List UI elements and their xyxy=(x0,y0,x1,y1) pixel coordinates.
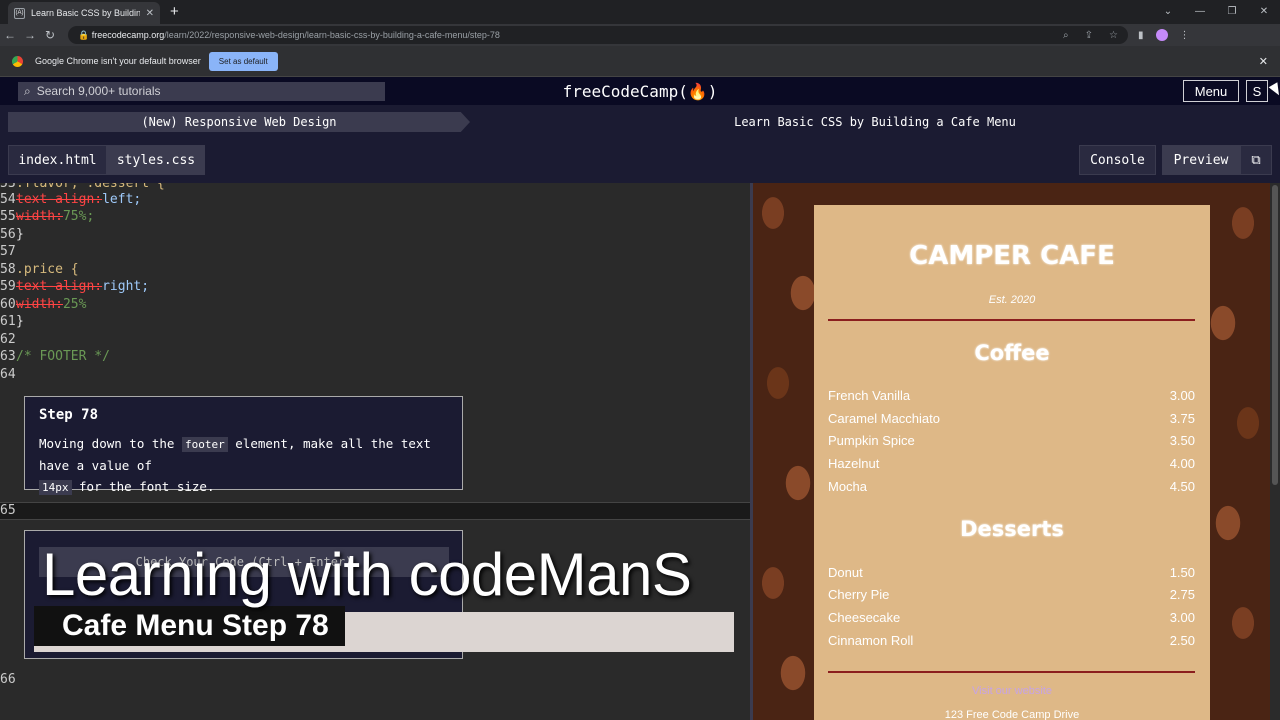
code-line: 59 text-align: right; xyxy=(0,279,150,295)
search-placeholder: Search 9,000+ tutorials xyxy=(36,84,161,98)
code-line: 55 width: 75%; xyxy=(0,209,95,225)
window-controls: ⌄ — ❐ ✕ xyxy=(1152,0,1280,22)
code-line: 56} xyxy=(0,227,24,243)
list-item: Cinnamon Roll 2.50 xyxy=(828,633,1195,648)
preview-pane: CAMPER CAFE Est. 2020 Coffee French Vani… xyxy=(753,183,1270,720)
list-item: Donut 1.50 xyxy=(828,565,1195,580)
coffee-heading: Coffee xyxy=(974,341,1050,365)
code-line: 61} xyxy=(0,314,24,330)
code-line: 66 xyxy=(0,672,16,688)
new-tab-icon[interactable]: + xyxy=(170,3,179,20)
browser-tab-bar: (A) Learn Basic CSS by Building a Ca ✕ +… xyxy=(0,0,1280,24)
fcc-favicon-icon: (A) xyxy=(14,7,25,19)
bookmark-star-icon[interactable]: ☆ xyxy=(1109,30,1118,41)
chrome-logo-icon xyxy=(12,55,23,67)
close-infobar-icon[interactable]: ✕ xyxy=(1259,55,1268,68)
desserts-heading: Desserts xyxy=(960,517,1064,541)
step-title: Step 78 xyxy=(39,407,99,423)
code-line: 62 xyxy=(0,332,16,348)
overlay-title: Learning with codeManS xyxy=(42,541,692,608)
list-item: French Vanilla 3.00 xyxy=(828,388,1195,403)
user-s-button[interactable]: S xyxy=(1246,80,1268,102)
active-code-line[interactable] xyxy=(0,502,750,520)
close-window-icon[interactable]: ✕ xyxy=(1248,6,1280,17)
minimize-icon[interactable]: — xyxy=(1184,6,1216,17)
list-item: Cheesecake 3.00 xyxy=(828,610,1195,625)
address-bar-row: ← → ↻ 🔒 freecodecamp.org /learn/2022/res… xyxy=(0,24,1280,46)
cafe-title: CAMPER CAFE xyxy=(909,241,1115,271)
tab-index-html[interactable]: index.html xyxy=(8,145,107,175)
console-button[interactable]: Console xyxy=(1079,145,1156,175)
cafe-menu-card: CAMPER CAFE Est. 2020 Coffee French Vani… xyxy=(814,205,1210,720)
code-line: 57 xyxy=(0,244,16,260)
profile-avatar[interactable] xyxy=(1155,29,1168,41)
forward-icon[interactable]: → xyxy=(20,28,40,42)
divider xyxy=(828,319,1195,321)
back-icon[interactable]: ← xyxy=(0,28,20,42)
side-panel-icon[interactable]: ▮ xyxy=(1138,30,1144,41)
popout-preview-icon[interactable]: ⧉ xyxy=(1240,145,1272,175)
footer-link[interactable]: Visit our website xyxy=(814,685,1210,697)
reload-icon[interactable]: ↻ xyxy=(40,28,60,42)
list-item: Cherry Pie 2.75 xyxy=(828,587,1195,602)
list-item: Hazelnut 4.00 xyxy=(828,456,1195,471)
fcc-navbar: ⌕ Search 9,000+ tutorials freeCodeCamp(🔥… xyxy=(0,77,1280,105)
editor-tab-row: index.html styles.css Console Preview ⧉ xyxy=(0,139,1280,183)
preview-scrollbar[interactable] xyxy=(1270,183,1280,720)
list-item: Mocha 4.50 xyxy=(828,479,1195,494)
step-description: Step 78 Moving down to the footer elemen… xyxy=(24,396,463,495)
tab-search-icon[interactable]: ⌄ xyxy=(1152,6,1184,17)
breadcrumb-project[interactable]: Learn Basic CSS by Building a Cafe Menu xyxy=(470,115,1280,129)
url-path: /learn/2022/responsive-web-design/learn-… xyxy=(164,30,500,40)
tab-styles-css[interactable]: styles.css xyxy=(107,145,205,175)
footer-address: 123 Free Code Camp Drive xyxy=(944,709,1080,720)
code-line: 54 text-align: left; xyxy=(0,192,142,208)
menu-button[interactable]: Menu xyxy=(1183,80,1239,102)
preview-button[interactable]: Preview xyxy=(1162,145,1240,175)
search-input[interactable]: ⌕ Search 9,000+ tutorials xyxy=(18,81,385,101)
restore-icon[interactable]: ❐ xyxy=(1216,6,1248,17)
more-menu-icon[interactable]: ⋮ xyxy=(1180,30,1190,41)
close-tab-icon[interactable]: ✕ xyxy=(146,8,154,19)
code-line: 58 .price { xyxy=(0,262,79,278)
infobar-message: Google Chrome isn't your default browser xyxy=(35,56,201,66)
step-text: Moving down to the footer element, make … xyxy=(39,436,431,495)
share-icon[interactable]: ⇪ xyxy=(1085,30,1093,41)
code-line: 65 xyxy=(0,503,16,519)
established-text: Est. 2020 xyxy=(988,294,1036,306)
list-item: Caramel Macchiato 3.75 xyxy=(828,411,1195,426)
tab-title: Learn Basic CSS by Building a Ca xyxy=(31,8,140,18)
zoom-icon[interactable]: ⌕ xyxy=(1063,30,1069,41)
url-input[interactable]: 🔒 freecodecamp.org /learn/2022/responsiv… xyxy=(68,26,1128,44)
code-line: 64 xyxy=(0,367,16,383)
list-item: Pumpkin Spice 3.50 xyxy=(828,433,1195,448)
divider xyxy=(828,671,1195,673)
search-icon: ⌕ xyxy=(24,83,31,98)
set-as-default-button[interactable]: Set as default xyxy=(208,51,278,71)
url-host: freecodecamp.org xyxy=(91,30,165,40)
code-line: 60 width: 25% xyxy=(0,297,87,313)
lock-icon: 🔒 xyxy=(78,29,92,40)
breadcrumb-course[interactable]: (New) Responsive Web Design xyxy=(8,112,470,132)
default-browser-infobar: Google Chrome isn't your default browser… xyxy=(0,46,1280,77)
code-line: 63/* FOOTER */ xyxy=(0,349,110,365)
overlay-subtitle: Cafe Menu Step 78 xyxy=(34,606,345,646)
browser-tab[interactable]: (A) Learn Basic CSS by Building a Ca ✕ xyxy=(8,2,160,24)
breadcrumb: (New) Responsive Web Design Learn Basic … xyxy=(0,105,1280,139)
scrollbar-thumb[interactable] xyxy=(1272,185,1278,485)
